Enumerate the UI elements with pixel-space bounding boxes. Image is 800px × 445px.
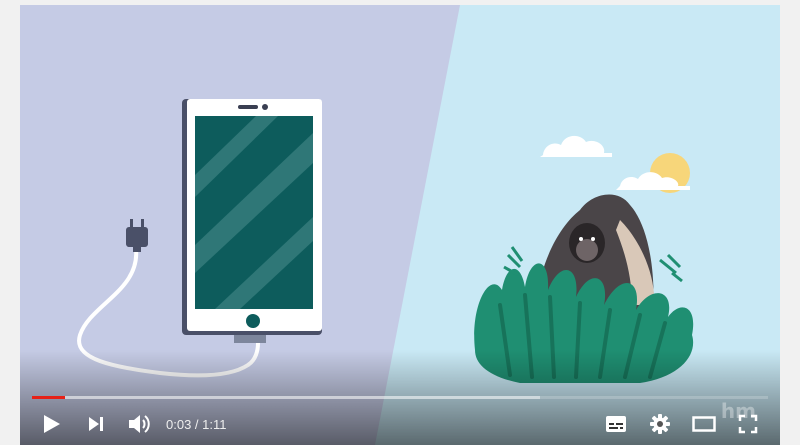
next-button[interactable] bbox=[74, 404, 118, 444]
theater-mode-icon bbox=[692, 416, 716, 432]
current-time: 0:03 bbox=[166, 416, 192, 432]
play-icon bbox=[44, 415, 60, 433]
time-display: 0:03 / 1:11 bbox=[166, 417, 227, 432]
channel-watermark: hm bbox=[720, 399, 756, 423]
phone-illustration bbox=[182, 99, 322, 343]
next-icon bbox=[89, 417, 103, 431]
time-separator: / bbox=[191, 416, 203, 432]
duration: 1:11 bbox=[202, 416, 227, 432]
subtitles-button[interactable] bbox=[594, 404, 638, 444]
theater-mode-button[interactable] bbox=[682, 404, 726, 444]
video-player[interactable]: 0:03 / 1:11 hm bbox=[20, 5, 780, 445]
volume-button[interactable] bbox=[118, 404, 162, 444]
video-frame bbox=[20, 5, 780, 445]
progress-played bbox=[32, 396, 66, 399]
volume-icon bbox=[129, 415, 150, 433]
gear-icon bbox=[650, 414, 670, 434]
play-button[interactable] bbox=[30, 404, 74, 444]
player-controls: 0:03 / 1:11 bbox=[20, 403, 780, 445]
subtitles-icon bbox=[606, 416, 626, 432]
progress-loaded bbox=[32, 396, 540, 399]
settings-button[interactable] bbox=[638, 404, 682, 444]
progress-bar[interactable] bbox=[32, 396, 768, 399]
